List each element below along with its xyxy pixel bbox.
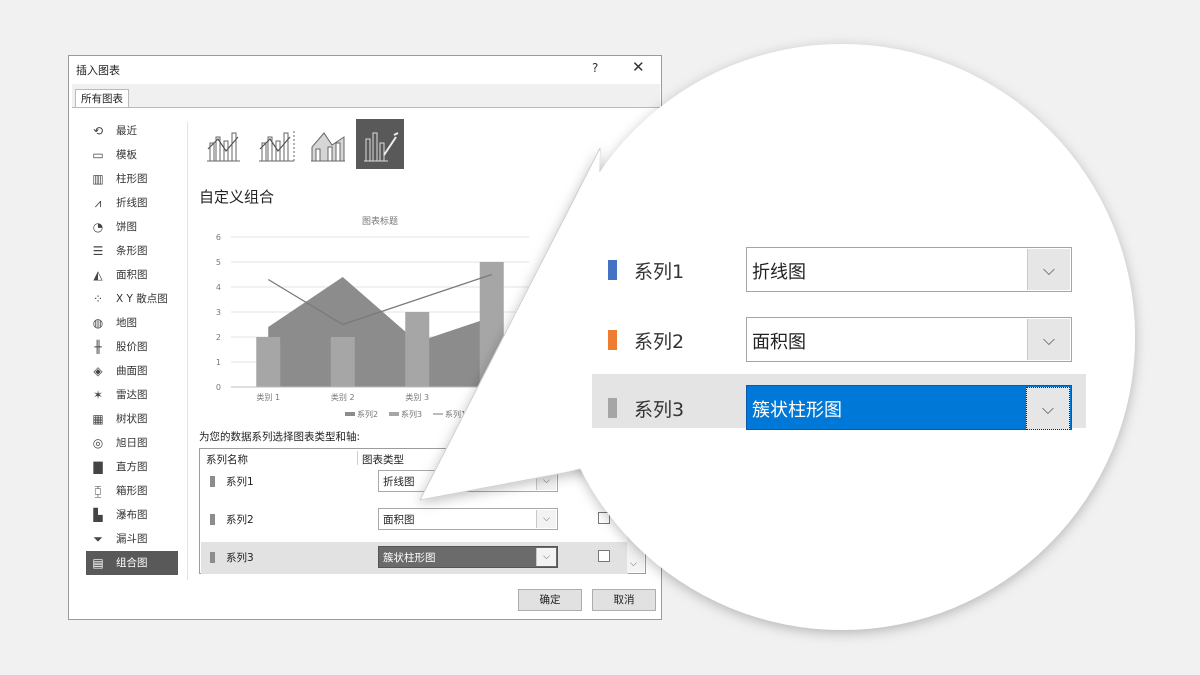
chevron-down-icon[interactable]: ⌵ bbox=[1027, 249, 1070, 290]
series2-swatch bbox=[608, 330, 617, 350]
series1-swatch bbox=[608, 260, 617, 280]
magnified-chart-type-value: 簇状柱形图 bbox=[752, 400, 842, 421]
magnified-chart-type-select-selected[interactable]: 簇状柱形图 ⌵ bbox=[746, 385, 1072, 430]
chevron-down-icon[interactable]: ⌵ bbox=[1027, 319, 1070, 360]
magnified-series-name: 系列1 bbox=[634, 261, 685, 283]
series3-swatch bbox=[608, 398, 617, 418]
chevron-down-icon[interactable]: ⌵ bbox=[1026, 387, 1070, 430]
magnified-series-name: 系列2 bbox=[634, 331, 685, 353]
magnified-chart-type-value: 面积图 bbox=[752, 332, 806, 353]
magnified-chart-type-select[interactable]: 折线图 ⌵ bbox=[746, 247, 1072, 292]
magnified-chart-type-select[interactable]: 面积图 ⌵ bbox=[746, 317, 1072, 362]
magnified-chart-type-value: 折线图 bbox=[752, 262, 806, 283]
magnified-series-list: 系列1 折线图 ⌵ 系列2 面积图 ⌵ 系列3 簇状柱形图 ⌵ bbox=[549, 44, 1135, 630]
magnified-series-name: 系列3 bbox=[634, 399, 685, 421]
